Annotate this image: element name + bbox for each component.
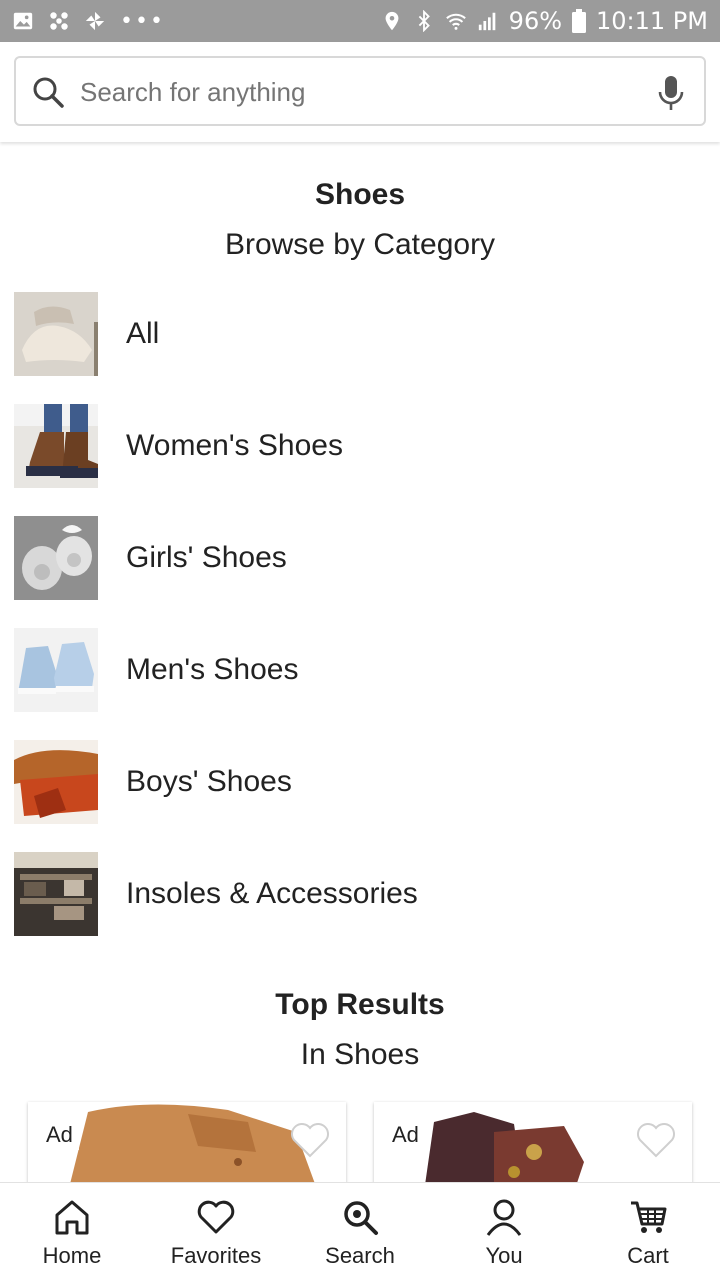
- ad-badge: Ad: [386, 1120, 425, 1150]
- status-bar-system: 96% 10:11 PM: [381, 7, 708, 35]
- nav-favorites[interactable]: Favorites: [144, 1183, 288, 1280]
- home-icon: [55, 1200, 89, 1235]
- nav-you[interactable]: You: [432, 1183, 576, 1280]
- fan-icon: [50, 12, 68, 30]
- bluetooth-icon: [418, 10, 430, 32]
- category-item-girls-shoes[interactable]: Girls' Shoes: [0, 516, 720, 600]
- nav-search[interactable]: Search: [288, 1183, 432, 1280]
- wifi-icon: [445, 13, 466, 30]
- category-title: Shoes: [314, 178, 406, 211]
- results-strip: Ad Ad: [0, 1100, 720, 1182]
- search-input[interactable]: [80, 72, 640, 112]
- result-card[interactable]: Ad: [374, 1102, 692, 1182]
- category-thumbnail: [14, 628, 98, 712]
- category-item-womens-shoes[interactable]: Women's Shoes: [0, 404, 720, 488]
- search-icon: [344, 1201, 378, 1235]
- nav-label: Search: [325, 1243, 395, 1268]
- category-thumbnail: [14, 404, 98, 488]
- nav-label: Home: [42, 1243, 102, 1268]
- category-item-mens-shoes[interactable]: Men's Shoes: [0, 628, 720, 712]
- category-label: Girls' Shoes: [126, 541, 287, 574]
- user-icon: [486, 1199, 522, 1236]
- result-card[interactable]: Ad: [28, 1102, 346, 1182]
- category-item-insoles-accessories[interactable]: Insoles & Accessories: [0, 852, 720, 936]
- search-header: [0, 42, 720, 142]
- nav-label: You: [485, 1243, 523, 1268]
- favorite-heart-icon[interactable]: [290, 1122, 330, 1158]
- location-icon: [385, 11, 399, 31]
- nav-label: Favorites: [170, 1243, 262, 1268]
- battery-icon: [572, 9, 587, 33]
- more-notifications-icon: •••: [120, 8, 165, 34]
- nav-cart[interactable]: Cart: [576, 1183, 720, 1280]
- category-thumbnail: [14, 292, 98, 376]
- signal-icon: [478, 12, 496, 31]
- category-item-all[interactable]: All: [0, 292, 720, 376]
- category-thumbnail: [14, 740, 98, 824]
- category-item-boys-shoes[interactable]: Boys' Shoes: [0, 740, 720, 824]
- category-label: All: [126, 317, 160, 350]
- search-bar[interactable]: [14, 56, 706, 126]
- search-icon: [33, 77, 64, 108]
- category-label: Insoles & Accessories: [126, 877, 418, 910]
- nav-home[interactable]: Home: [0, 1183, 144, 1280]
- favorite-heart-icon[interactable]: [636, 1122, 676, 1158]
- category-label: Boys' Shoes: [126, 765, 292, 798]
- image-icon: [13, 12, 33, 30]
- category-label: Women's Shoes: [126, 429, 343, 462]
- cart-icon: [631, 1201, 667, 1233]
- microphone-icon[interactable]: [656, 74, 686, 112]
- battery-percent: 96%: [508, 7, 563, 35]
- category-label: Men's Shoes: [126, 653, 299, 686]
- category-thumbnail: [14, 852, 98, 936]
- category-thumbnail: [14, 516, 98, 600]
- status-bar: ••• 96% 10:11 PM: [0, 0, 720, 42]
- clock: 10:11 PM: [596, 7, 708, 35]
- nav-label: Cart: [627, 1243, 669, 1268]
- status-bar-notifications: •••: [12, 9, 165, 34]
- pinwheel-icon: [85, 11, 105, 31]
- heart-icon: [197, 1200, 235, 1234]
- results-title: Top Results: [275, 988, 445, 1021]
- category-subtitle: Browse by Category: [224, 228, 496, 261]
- bottom-navigation: Home Favorites Search You Cart: [0, 1182, 720, 1280]
- ad-badge: Ad: [40, 1120, 79, 1150]
- results-subtitle: In Shoes: [300, 1038, 420, 1071]
